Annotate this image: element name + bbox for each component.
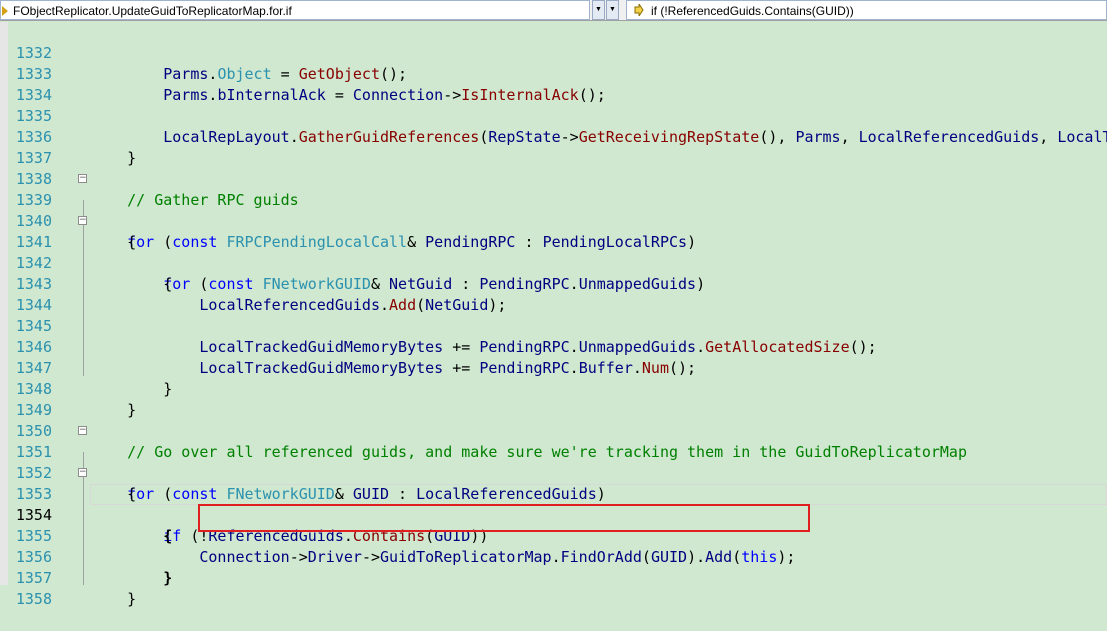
- member-dropdown-button[interactable]: ▼: [606, 0, 619, 20]
- code-editor[interactable]: 1332 Parms.Object = GetObject(); 1333 Pa…: [0, 22, 1107, 608]
- code-line: 1348 }: [0, 358, 1107, 419]
- context-selector-value: FObjectReplicator.UpdateGuidToReplicator…: [13, 4, 292, 18]
- code-line: 1339 − for (const FRPCPendingLocalCall& …: [0, 169, 1107, 252]
- highlight-annotation-box: [198, 504, 810, 532]
- code-line: 1350 // Go over all referenced guids, an…: [0, 400, 1107, 461]
- member-selector[interactable]: if (!ReferencedGuids.Contains(GUID)): [626, 0, 1107, 20]
- code-line: 1340 {: [0, 190, 1107, 251]
- member-arrow-icon: [634, 4, 644, 16]
- collapse-icon[interactable]: −: [78, 174, 87, 183]
- code-line: 1334: [0, 64, 1107, 104]
- code-line: 1352 {: [0, 442, 1107, 503]
- code-line: 1347 }: [0, 337, 1107, 398]
- code-line: 1338 // Gather RPC guids: [0, 148, 1107, 209]
- code-line: 1344: [0, 274, 1107, 314]
- scope-arrow-icon: [2, 6, 8, 16]
- code-line: 1345 LocalTrackedGuidMemoryBytes += Pend…: [0, 295, 1107, 356]
- chevron-down-icon: ▼: [595, 6, 602, 13]
- code-line: 1342 {: [0, 232, 1107, 293]
- collapse-icon[interactable]: −: [78, 216, 87, 225]
- code-line: 1343 LocalReferencedGuids.Add(NetGuid);: [0, 253, 1107, 314]
- code-line: 1336 }: [0, 106, 1107, 167]
- navigation-bar: FObjectReplicator.UpdateGuidToReplicator…: [0, 0, 1107, 21]
- code-line-current: 1354 {: [0, 484, 1107, 545]
- collapse-icon[interactable]: −: [78, 426, 87, 435]
- code-line: 1351 − for (const FNetworkGUID& GUID : L…: [0, 421, 1107, 504]
- code-line: 1333 Parms.bInternalAck = Connection->Is…: [0, 43, 1107, 104]
- code-line: 1358: [0, 568, 1107, 608]
- code-text: }: [91, 590, 137, 608]
- context-dropdown-button[interactable]: ▼: [592, 0, 605, 20]
- code-line: 1353 − if (!ReferencedGuids.Contains(GUI…: [0, 463, 1107, 546]
- member-selector-value: if (!ReferencedGuids.Contains(GUID)): [651, 4, 854, 18]
- code-line: 1337: [0, 127, 1107, 167]
- code-line: 1349: [0, 379, 1107, 419]
- code-line: 1332 Parms.Object = GetObject();: [0, 22, 1107, 83]
- code-line: 1341 − for (const FNetworkGUID& NetGuid …: [0, 211, 1107, 294]
- collapse-icon[interactable]: −: [78, 468, 87, 477]
- code-line: 1346 LocalTrackedGuidMemoryBytes += Pend…: [0, 316, 1107, 377]
- line-number: 1358: [15, 590, 52, 608]
- chevron-down-icon: ▼: [609, 6, 616, 13]
- code-line: 1335 LocalRepLayout.GatherGuidReferences…: [0, 85, 1107, 146]
- context-selector[interactable]: FObjectReplicator.UpdateGuidToReplicator…: [0, 0, 590, 20]
- code-line: 1357 }: [0, 547, 1107, 608]
